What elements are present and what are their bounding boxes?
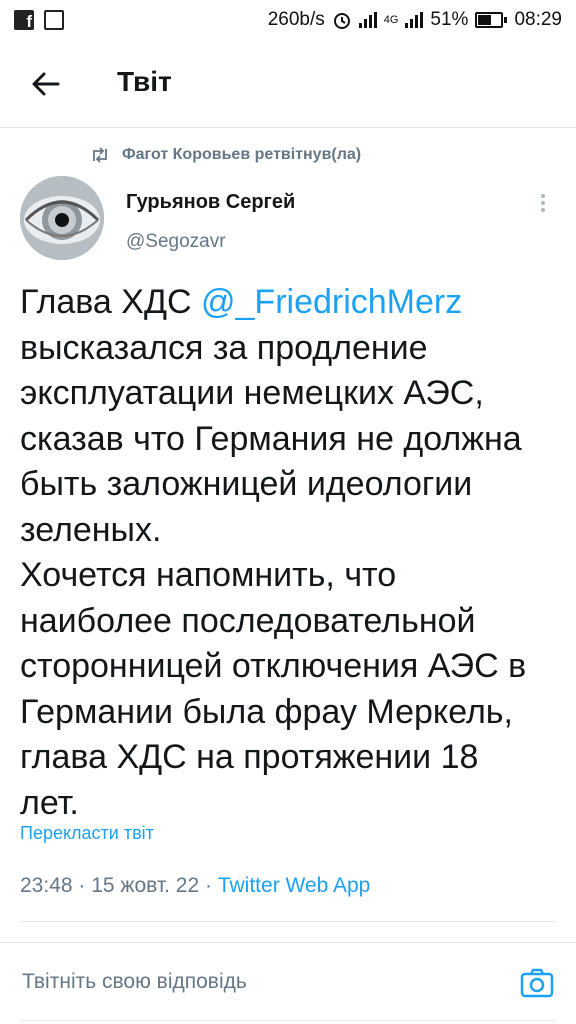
- tweet-text-rest: высказался за продление эксплуатации нем…: [20, 328, 527, 822]
- avatar[interactable]: [20, 176, 104, 260]
- camera-icon[interactable]: [520, 966, 554, 1000]
- retweeted-by-row[interactable]: Фагот Коровьев ретвітнув(ла): [90, 146, 361, 164]
- reply-underline: [20, 1020, 556, 1021]
- author-name[interactable]: Гурьянов Сергей: [126, 191, 295, 214]
- divider: [0, 942, 576, 943]
- back-arrow-icon[interactable]: [28, 66, 64, 102]
- battery-icon: [475, 12, 508, 28]
- signal-icon-2: [405, 12, 424, 28]
- source-app-link[interactable]: Twitter Web App: [218, 874, 371, 897]
- retweet-icon: [93, 147, 107, 163]
- tweet-text-start: Глава ХДС: [20, 283, 201, 321]
- more-vertical-icon[interactable]: [536, 192, 550, 214]
- status-bar-left: [14, 10, 64, 32]
- tweet-text: Глава ХДС @_FriedrichMerz высказался за …: [20, 280, 565, 826]
- top-app-bar: Твіт: [0, 40, 576, 128]
- alarm-icon: [333, 13, 350, 29]
- tweet-time: 23:48: [20, 874, 73, 897]
- divider: [20, 921, 556, 922]
- gallery-icon: [44, 10, 64, 30]
- tweet-meta: 23:48 · 15 жовт. 22 · Twitter Web App: [20, 874, 371, 897]
- retweeted-by-label: Фагот Коровьев ретвітнув(ла): [122, 146, 362, 163]
- author-handle[interactable]: @Segozavr: [126, 231, 226, 253]
- facebook-icon: [14, 10, 34, 32]
- status-bar: 260b/s 4G 51% 08:29: [0, 0, 576, 40]
- avatar-eye-image: [20, 176, 104, 260]
- battery-percent: 51%: [430, 9, 469, 30]
- signal-icon: [358, 12, 377, 28]
- translate-tweet-link[interactable]: Перекласти твіт: [20, 823, 154, 844]
- status-bar-right: 260b/s 4G 51% 08:29: [268, 9, 562, 31]
- network-type: 4G: [383, 14, 399, 26]
- reply-input[interactable]: Твітніть свою відповідь: [22, 970, 247, 994]
- tweet-date: 15 жовт. 22: [91, 874, 200, 897]
- net-speed: 260b/s: [267, 9, 325, 30]
- clock: 08:29: [514, 9, 562, 30]
- page-title: Твіт: [117, 66, 172, 97]
- mention-link[interactable]: @_FriedrichMerz: [201, 283, 462, 321]
